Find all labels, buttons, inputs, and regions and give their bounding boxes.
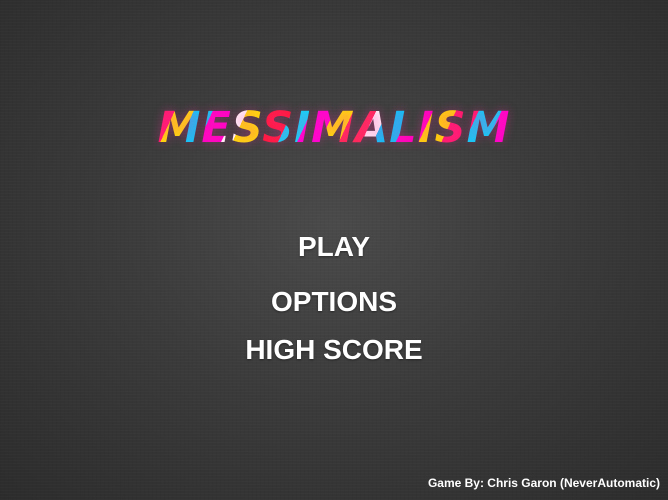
high-score-button[interactable]: HIGH SCORE	[0, 333, 668, 367]
credit-text: Game By: Chris Garon (NeverAutomatic)	[427, 476, 660, 490]
logo-container: MESSIMALISM	[0, 98, 668, 158]
options-button[interactable]: OPTIONS	[0, 285, 668, 319]
play-button[interactable]: PLAY	[0, 230, 668, 264]
game-logo: MESSIMALISM	[158, 98, 511, 158]
